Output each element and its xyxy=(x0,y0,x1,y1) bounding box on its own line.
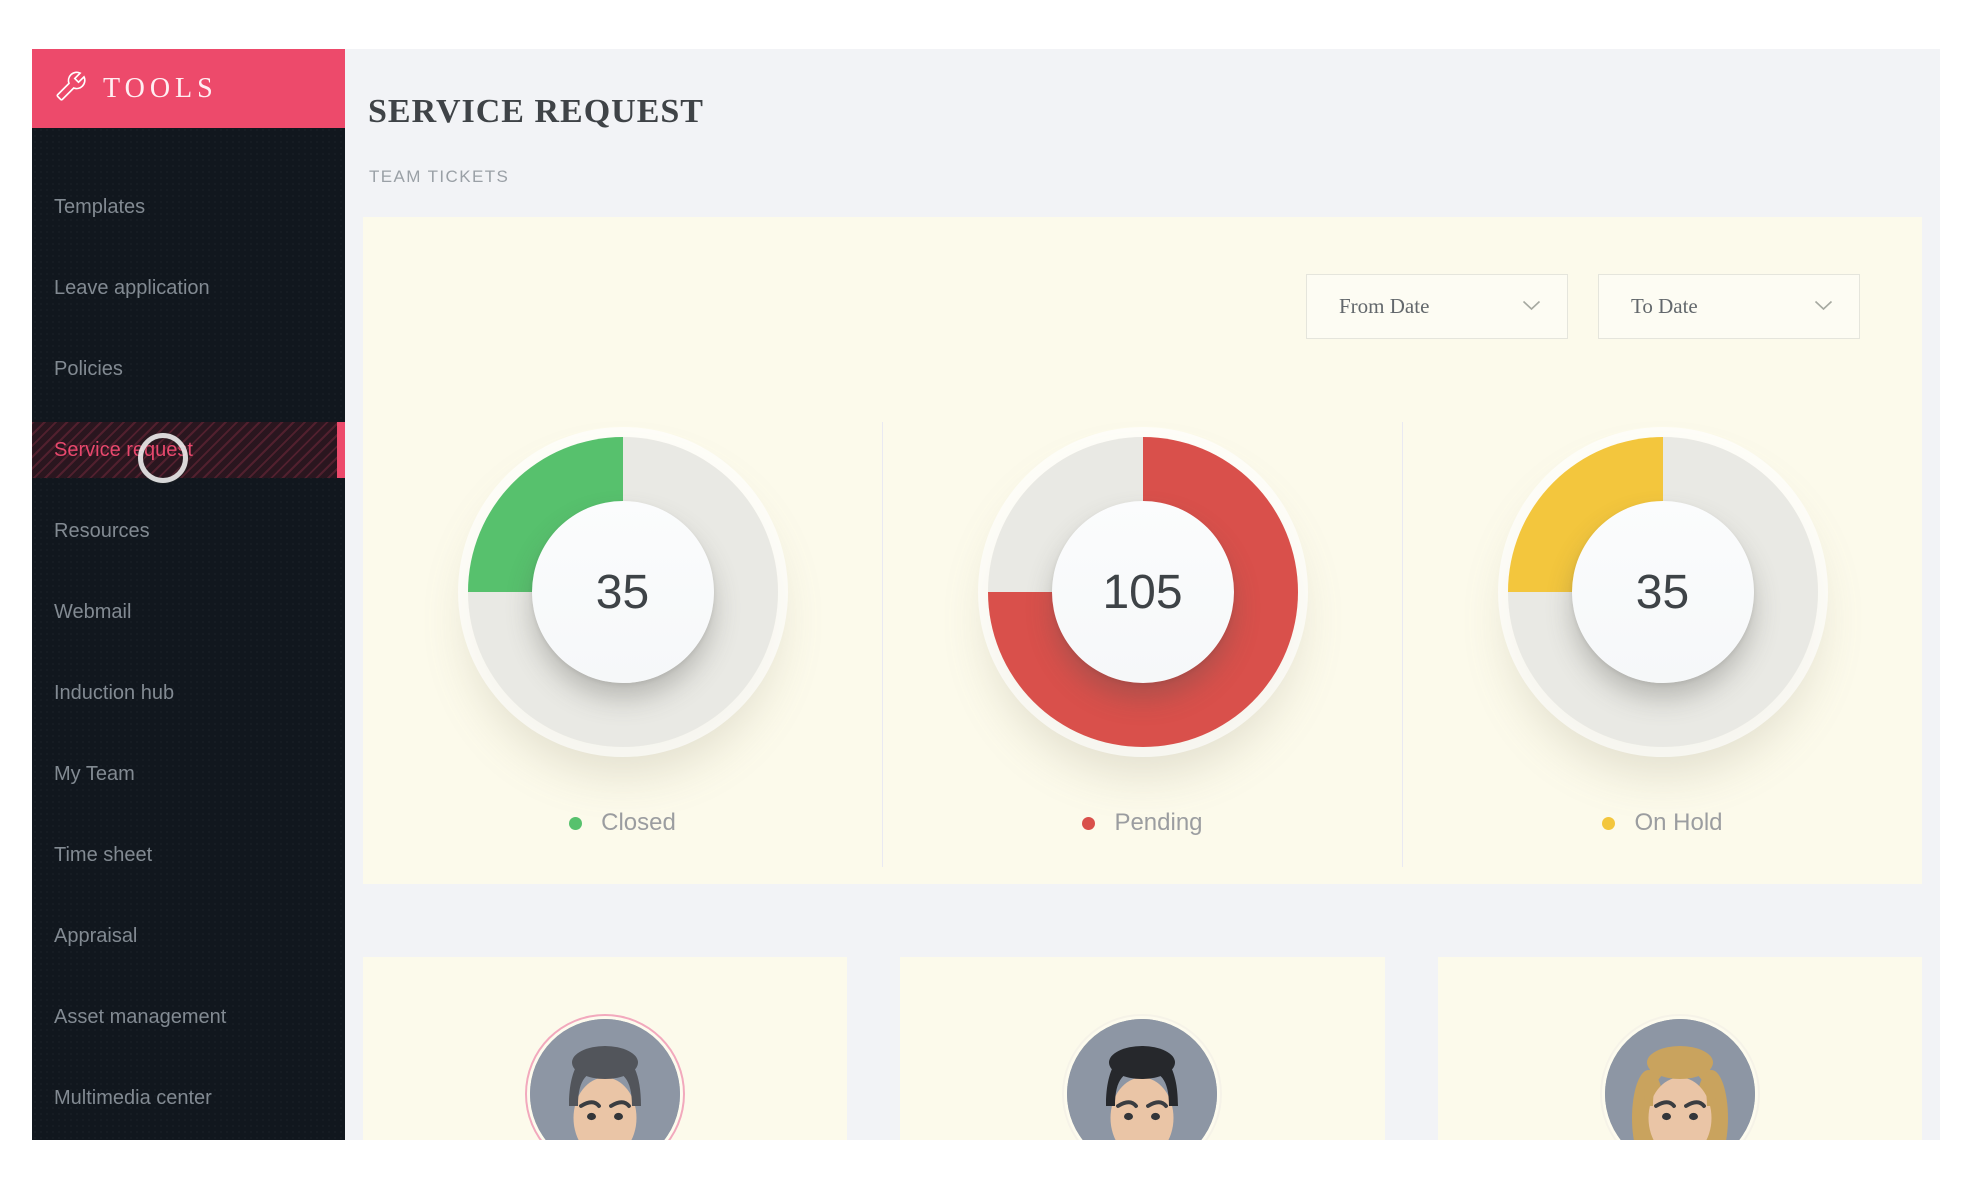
sidebar-title: TOOLS xyxy=(103,73,218,105)
pending-legend: Pending xyxy=(1082,809,1202,837)
sidebar-item-resources[interactable]: Resources xyxy=(32,491,345,572)
sidebar-nav: Templates Leave application Policies Ser… xyxy=(32,128,345,1139)
sidebar-item-asset-management[interactable]: Asset management xyxy=(32,977,345,1058)
team-member-cards xyxy=(363,957,1922,1140)
wrench-icon xyxy=(56,71,86,106)
sidebar-item-time-sheet[interactable]: Time sheet xyxy=(32,815,345,896)
section-label: TEAM TICKETS xyxy=(369,167,1940,187)
donut-column-on-hold: 35 On Hold xyxy=(1402,422,1922,867)
pending-legend-dot xyxy=(1082,817,1095,830)
sidebar-item-multimedia-center[interactable]: Multimedia center xyxy=(32,1058,345,1139)
date-filter-row: From Date To Date xyxy=(363,217,1922,339)
sidebar: TOOLS Templates Leave application Polici… xyxy=(32,49,345,1140)
closed-legend-dot xyxy=(569,817,582,830)
donut-column-closed: 35 Closed xyxy=(363,422,882,867)
woman-blonde-hair-avatar xyxy=(1605,1019,1755,1140)
sidebar-item-leave-application[interactable]: Leave application xyxy=(32,248,345,329)
on-hold-donut-chart: 35 xyxy=(1508,437,1818,747)
closed-legend: Closed xyxy=(569,809,676,837)
sidebar-item-webmail[interactable]: Webmail xyxy=(32,572,345,653)
to-date-select[interactable]: To Date xyxy=(1598,274,1860,339)
from-date-select[interactable]: From Date xyxy=(1306,274,1568,339)
sidebar-item-policies[interactable]: Policies xyxy=(32,329,345,410)
closed-count: 35 xyxy=(596,565,649,620)
sidebar-item-induction-hub[interactable]: Induction hub xyxy=(32,653,345,734)
pending-donut-chart: 105 xyxy=(988,437,1298,747)
sidebar-item-templates[interactable]: Templates xyxy=(32,167,345,248)
team-member-card[interactable] xyxy=(900,957,1384,1140)
team-member-card[interactable] xyxy=(1438,957,1922,1140)
on-hold-legend-dot xyxy=(1602,817,1615,830)
sidebar-item-my-team[interactable]: My Team xyxy=(32,734,345,815)
donut-column-pending: 105 Pending xyxy=(882,422,1402,867)
sidebar-item-service-request[interactable]: Service request xyxy=(32,410,345,491)
main-content: SERVICE REQUEST TEAM TICKETS From Date T… xyxy=(345,49,1940,1140)
donut-row: 35 Closed 105 xyxy=(363,422,1922,867)
team-tickets-panel: From Date To Date 35 xyxy=(363,217,1922,884)
team-member-card[interactable] xyxy=(363,957,847,1140)
man-black-hair-avatar xyxy=(1067,1019,1217,1140)
closed-donut-chart: 35 xyxy=(468,437,778,747)
sidebar-item-appraisal[interactable]: Appraisal xyxy=(32,896,345,977)
chevron-down-icon xyxy=(1814,298,1833,316)
sidebar-header: TOOLS xyxy=(32,49,345,128)
chevron-down-icon xyxy=(1522,298,1541,316)
app-window: TOOLS Templates Leave application Polici… xyxy=(32,49,1940,1140)
on-hold-count: 35 xyxy=(1636,565,1689,620)
pending-count: 105 xyxy=(1102,565,1182,620)
man-dark-gray-hair-avatar xyxy=(530,1019,680,1140)
page-title: SERVICE REQUEST xyxy=(368,93,1940,131)
on-hold-legend: On Hold xyxy=(1602,809,1722,837)
